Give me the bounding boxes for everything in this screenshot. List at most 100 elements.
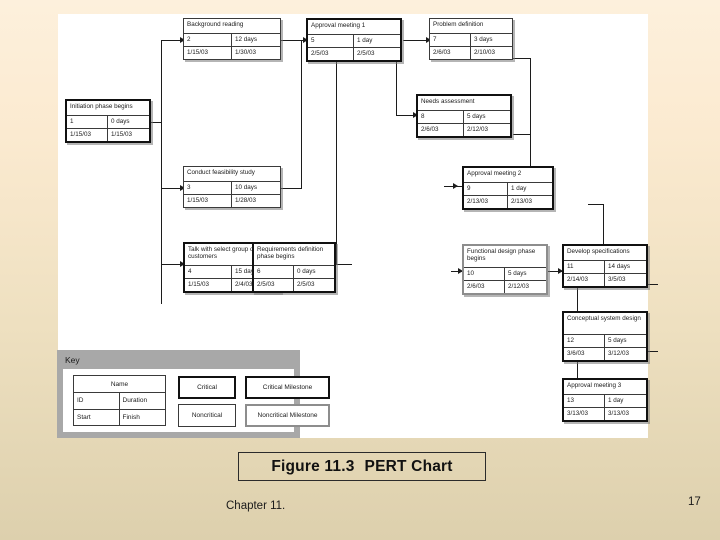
task-duration: 0 days: [297, 267, 316, 275]
task-duration: 12 days: [235, 35, 258, 43]
task-start: 2/13/03: [464, 196, 508, 208]
task-finish: 3/12/03: [608, 349, 630, 357]
task-finish: 2/5/03: [297, 280, 315, 288]
connector-approval1-to-requirements: [336, 40, 338, 264]
task-duration: 14 days: [608, 262, 631, 270]
task-id: 5: [308, 35, 354, 47]
task-start: 2/6/03: [430, 47, 471, 59]
task-name: Approval meeting 1: [308, 20, 400, 35]
key-id-label: ID: [74, 393, 120, 409]
key-legend-inner: Name ID Duration Start Finish Critical C…: [63, 369, 330, 432]
connector-feasibility-riser: [301, 40, 303, 188]
task-name: Approval meeting 3: [564, 380, 646, 395]
task-start: 3/6/03: [564, 348, 605, 360]
task-node-initiation[interactable]: Initiation phase begins 1 0 days 1/15/03…: [65, 99, 151, 143]
task-start: 2/5/03: [308, 48, 354, 60]
task-node-develop-specifications[interactable]: Develop specifications 11 14 days 2/14/0…: [562, 244, 648, 288]
footer-chapter-label: Chapter 11.: [226, 500, 286, 512]
task-finish: 1/30/03: [235, 48, 257, 56]
key-duration-label: Duration: [122, 397, 148, 405]
task-node-problem-definition[interactable]: Problem definition 7 3 days 2/6/03 2/10/…: [429, 18, 513, 60]
key-sample-critical: Critical: [178, 376, 236, 399]
task-finish: 1/15/03: [111, 130, 133, 138]
task-start: 2/5/03: [254, 279, 294, 291]
key-finish-label: Finish: [122, 414, 140, 422]
figure-caption: Figure 11.3 PERT Chart: [238, 452, 486, 481]
task-finish: 3/5/03: [608, 275, 626, 283]
task-finish: 2/10/03: [474, 48, 496, 56]
key-sample-critical-milestone: Critical Milestone: [245, 376, 330, 399]
task-node-approval-meeting-3[interactable]: Approval meeting 3 13 1 day 3/13/03 3/13…: [562, 378, 648, 422]
task-node-approval-meeting-2[interactable]: Approval meeting 2 9 1 day 2/13/03 2/13/…: [462, 166, 554, 210]
task-id: 6: [254, 266, 294, 278]
task-name: Initiation phase begins: [67, 101, 149, 116]
task-node-feasibility-study[interactable]: Conduct feasibility study 3 10 days 1/15…: [183, 166, 281, 208]
task-id: 3: [184, 182, 232, 194]
task-duration: 5 days: [608, 336, 627, 344]
task-id: 7: [430, 34, 471, 46]
task-name: Problem definition: [430, 19, 512, 34]
task-name: Develop specifications: [564, 246, 646, 261]
task-duration: 0 days: [111, 117, 130, 125]
task-start: 1/15/03: [184, 47, 232, 59]
footer-page-number: 17: [688, 496, 701, 508]
key-sample-noncritical-milestone: Noncritical Milestone: [245, 404, 330, 427]
task-start: 1/15/03: [184, 195, 232, 207]
task-finish: 1/28/03: [235, 196, 257, 204]
connector-requirements-in: [336, 264, 352, 266]
task-finish: 2/5/03: [357, 49, 375, 57]
task-name: Conceptual system design: [564, 313, 646, 335]
task-id: 4: [185, 266, 232, 278]
task-id: 10: [464, 268, 505, 280]
key-start-label: Start: [74, 409, 120, 426]
task-name: Requirements definition phase begins: [254, 244, 334, 266]
task-duration: 5 days: [467, 112, 486, 120]
arrowhead-approval2: [453, 183, 458, 189]
task-node-conceptual-system-design[interactable]: Conceptual system design 12 5 days 3/6/0…: [562, 311, 648, 362]
task-id: 11: [564, 261, 605, 273]
figure-title: PERT Chart: [364, 457, 453, 475]
key-sample-noncritical: Noncritical: [178, 404, 236, 427]
task-name: Needs assessment: [418, 96, 510, 111]
task-duration: 5 days: [508, 269, 527, 277]
task-start: 2/6/03: [464, 281, 505, 293]
task-start: 3/13/03: [564, 408, 605, 420]
task-finish: 3/13/03: [608, 409, 630, 417]
task-duration: 10 days: [235, 183, 258, 191]
connector-needs-out: [513, 134, 531, 136]
key-legend-panel: Key Name ID Duration Start Finish Critic…: [57, 350, 330, 438]
task-finish: 2/13/03: [511, 197, 533, 205]
task-id: 12: [564, 335, 605, 347]
slide: Initiation phase begins 1 0 days 1/15/03…: [0, 0, 720, 540]
task-node-approval-meeting-1[interactable]: Approval meeting 1 5 1 day 2/5/03 2/5/03: [306, 18, 402, 62]
task-finish: 2/12/03: [467, 125, 489, 133]
task-id: 2: [184, 34, 232, 46]
task-start: 2/6/03: [418, 124, 464, 136]
key-node-template: Name ID Duration Start Finish: [73, 375, 166, 426]
task-node-background-reading[interactable]: Background reading 2 12 days 1/15/03 1/3…: [183, 18, 281, 60]
task-name: Conduct feasibility study: [184, 167, 280, 182]
task-start: 2/14/03: [564, 274, 605, 286]
task-node-functional-design[interactable]: Functional design phase begins 10 5 days…: [462, 244, 548, 295]
connector-problem-out: [513, 58, 531, 60]
figure-number: Figure 11.3: [271, 457, 355, 475]
task-node-requirements-definition[interactable]: Requirements definition phase begins 6 0…: [252, 242, 336, 293]
task-name: Approval meeting 2: [464, 168, 552, 183]
task-name: Functional design phase begins: [464, 246, 546, 268]
task-start: 1/15/03: [185, 279, 232, 291]
key-title: Key: [65, 355, 80, 365]
task-duration: 1 day: [511, 184, 527, 192]
task-id: 9: [464, 183, 508, 195]
task-start: 1/15/03: [67, 129, 108, 141]
task-name: Background reading: [184, 19, 280, 34]
task-id: 13: [564, 395, 605, 407]
task-duration: 1 day: [608, 396, 624, 404]
task-node-needs-assessment[interactable]: Needs assessment 8 5 days 2/6/03 2/12/03: [416, 94, 512, 138]
connector-feasibility-out: [280, 188, 302, 190]
task-duration: 3 days: [474, 35, 493, 43]
task-id: 8: [418, 111, 464, 123]
task-duration: 1 day: [357, 36, 373, 44]
key-name-label: Name: [74, 376, 165, 393]
connector-approval2-out: [588, 204, 604, 206]
task-id: 1: [67, 116, 108, 128]
